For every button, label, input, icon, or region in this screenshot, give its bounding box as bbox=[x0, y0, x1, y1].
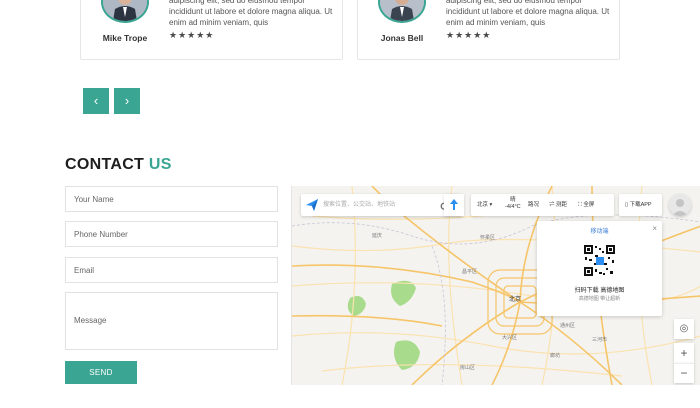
map-search-input[interactable] bbox=[323, 198, 435, 212]
testimonial-name: Mike Trope bbox=[102, 33, 148, 43]
weather-temp: -4/4°C bbox=[505, 204, 521, 210]
send-button[interactable]: SEND bbox=[65, 361, 137, 384]
fullscreen-label: 全屏 bbox=[583, 202, 595, 208]
map-widget[interactable]: 北京 廊坊 怀柔区 昌平区 延庆 大兴区 通州区 房山区 三河市 北京 ▾ 晴 … bbox=[291, 186, 700, 385]
zoom-out-button[interactable]: − bbox=[674, 363, 694, 383]
route-button[interactable] bbox=[444, 194, 464, 216]
testimonial-card: Mike Trope adipiscing elit, sed do eiusm… bbox=[80, 0, 343, 60]
name-input[interactable] bbox=[65, 186, 278, 212]
user-avatar[interactable] bbox=[669, 194, 691, 216]
testimonial-text: adipiscing elit, sed do eiusmod tempor i… bbox=[446, 0, 610, 27]
avatar bbox=[378, 0, 426, 23]
weather-widget: 晴 -4/4°C bbox=[505, 197, 521, 219]
rating-stars: ★★★★★ bbox=[169, 30, 215, 40]
weather-condition: 晴 bbox=[510, 197, 516, 203]
phone-icon: ▯ bbox=[625, 202, 629, 208]
slider-next-button[interactable]: › bbox=[114, 88, 140, 114]
contact-title: CONTACT US bbox=[65, 156, 172, 174]
traffic-button[interactable]: 路况 bbox=[528, 194, 539, 216]
map-label-changping: 昌平区 bbox=[462, 269, 478, 275]
locate-button[interactable]: ◎ bbox=[674, 319, 694, 339]
qr-panel-title: 移动端 bbox=[590, 229, 609, 235]
measure-button[interactable]: ⇌ 测距 bbox=[549, 194, 567, 216]
testimonials-section: Mike Trope adipiscing elit, sed do eiusm… bbox=[80, 0, 620, 60]
download-app-button[interactable]: ▯ 下载APP bbox=[619, 194, 662, 216]
slider-prev-button[interactable]: ‹ bbox=[83, 88, 109, 114]
fullscreen-button[interactable]: ⛶ 全屏 bbox=[578, 194, 594, 216]
map-label-langfang: 廊坊 bbox=[550, 353, 561, 359]
map-label-beijing: 北京 bbox=[509, 297, 522, 303]
testimonial-name: Jonas Bell bbox=[380, 33, 424, 43]
download-app-label: 下载APP bbox=[629, 202, 652, 208]
qr-caption: 扫码下载 高德地图 bbox=[574, 288, 625, 294]
phone-input[interactable] bbox=[65, 221, 278, 247]
user-icon bbox=[672, 199, 688, 216]
map-label-yanqing: 延庆 bbox=[372, 233, 383, 239]
avatar bbox=[101, 0, 149, 23]
qr-code-icon bbox=[584, 245, 615, 276]
qr-download-panel: 移动端 × 扫码下载 高德地图 高德地图 带让超新 bbox=[537, 221, 662, 316]
map-label-daxing: 大兴区 bbox=[502, 335, 518, 341]
map-logo-icon bbox=[305, 198, 319, 217]
map-searchbar bbox=[301, 194, 462, 216]
map-label-fangshan: 房山区 bbox=[460, 365, 476, 371]
measure-label: 测距 bbox=[556, 202, 568, 208]
map-toolbar: 北京 ▾ 晴 -4/4°C 路况 ⇌ 测距 ⛶ 全屏 bbox=[471, 194, 614, 216]
testimonial-card: Jonas Bell adipiscing elit, sed do eiusm… bbox=[357, 0, 620, 60]
testimonial-text: adipiscing elit, sed do eiusmod tempor i… bbox=[169, 0, 333, 27]
message-input[interactable] bbox=[65, 292, 278, 350]
email-input[interactable] bbox=[65, 257, 278, 283]
contact-title-accent: US bbox=[148, 156, 172, 173]
close-icon[interactable]: × bbox=[652, 224, 657, 233]
rating-stars: ★★★★★ bbox=[446, 30, 492, 40]
route-arrow-icon bbox=[450, 199, 458, 210]
qr-subcaption: 高德地图 带让超新 bbox=[578, 296, 621, 302]
fullscreen-icon: ⛶ bbox=[578, 202, 582, 208]
map-label-tongzhou: 通州区 bbox=[560, 323, 576, 329]
zoom-in-button[interactable]: + bbox=[674, 343, 694, 363]
map-label-sanhe: 三河市 bbox=[592, 337, 608, 343]
contact-title-main: CONTACT bbox=[65, 156, 145, 173]
ruler-icon: ⇌ bbox=[549, 202, 555, 208]
map-label-huairou: 怀柔区 bbox=[480, 235, 496, 241]
city-selector[interactable]: 北京 ▾ bbox=[477, 194, 492, 216]
